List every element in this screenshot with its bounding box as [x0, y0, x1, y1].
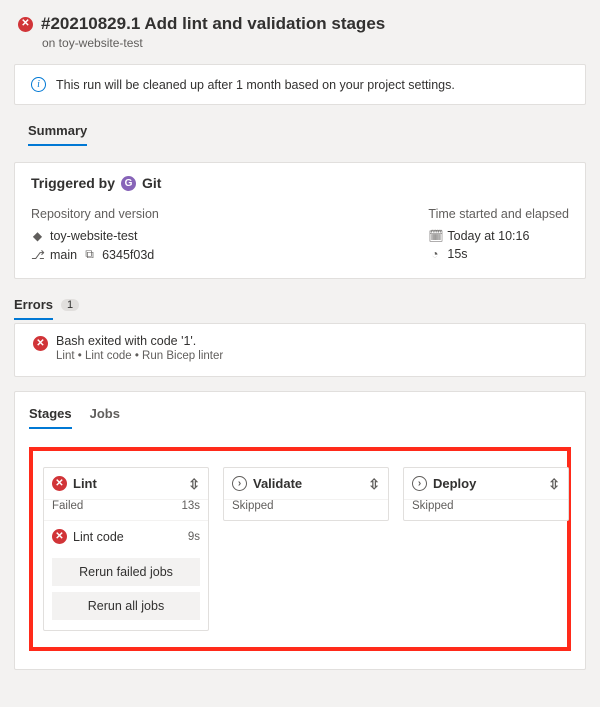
error-message: Bash exited with code '1'.: [56, 334, 223, 348]
stage-status: Skipped: [412, 500, 454, 512]
stage-status: Failed: [52, 500, 83, 512]
commit-hash[interactable]: 6345f03d: [102, 248, 154, 262]
expand-icon[interactable]: ⇳: [188, 477, 200, 491]
tab-stages[interactable]: Stages: [29, 406, 72, 429]
repo-heading: Repository and version: [31, 207, 159, 221]
run-title: #20210829.1 Add lint and validation stag…: [41, 14, 385, 34]
rerun-all-button[interactable]: Rerun all jobs: [52, 592, 200, 620]
avatar: G: [121, 176, 136, 191]
job-lint-code[interactable]: ✕ Lint code 9s: [44, 520, 208, 552]
time-heading: Time started and elapsed: [428, 207, 569, 221]
triggered-name: Git: [142, 175, 161, 191]
error-path: Lint • Lint code • Run Bicep linter: [56, 350, 223, 362]
commit-icon: ⧉: [83, 247, 96, 262]
stages-highlight-box: ✕ Lint ⇳ Failed 13s ✕ Lint code 9s Rerun…: [29, 447, 571, 651]
tab-jobs[interactable]: Jobs: [90, 406, 120, 429]
stage-deploy[interactable]: › Deploy ⇳ Skipped: [403, 467, 569, 521]
error-item[interactable]: ✕ Bash exited with code '1'. Lint • Lint…: [15, 324, 585, 376]
job-name: Lint code: [73, 530, 124, 544]
stage-validate[interactable]: › Validate ⇳ Skipped: [223, 467, 389, 521]
run-header: ✕ #20210829.1 Add lint and validation st…: [0, 0, 600, 64]
stage-name: Deploy: [433, 476, 476, 491]
errors-count-badge: 1: [61, 299, 79, 311]
error-icon: ✕: [52, 476, 67, 491]
info-icon: i: [31, 77, 46, 92]
error-icon: ✕: [33, 336, 48, 351]
time-column: Time started and elapsed 🗓 Today at 10:1…: [428, 207, 569, 266]
error-icon: ✕: [18, 17, 33, 32]
error-icon: ✕: [52, 529, 67, 544]
summary-tab[interactable]: Summary: [28, 119, 87, 146]
cleanup-banner: i This run will be cleaned up after 1 mo…: [14, 64, 586, 105]
job-duration: 9s: [188, 531, 200, 543]
expand-icon[interactable]: ⇳: [548, 477, 560, 491]
repo-name[interactable]: toy-website-test: [50, 229, 138, 243]
errors-heading-row: Errors 1: [14, 293, 586, 319]
rerun-failed-button[interactable]: Rerun failed jobs: [52, 558, 200, 586]
run-title-row: ✕ #20210829.1 Add lint and validation st…: [18, 14, 582, 34]
skipped-icon: ›: [412, 476, 427, 491]
expand-icon[interactable]: ⇳: [368, 477, 380, 491]
run-subtitle: on toy-website-test: [42, 36, 582, 50]
stage-name: Lint: [73, 476, 97, 491]
triggered-prefix: Triggered by: [31, 175, 115, 191]
stage-name: Validate: [253, 476, 302, 491]
errors-heading[interactable]: Errors: [14, 297, 53, 320]
summary-card: Triggered by G Git Repository and versio…: [14, 162, 586, 279]
calendar-icon: 🗓: [428, 229, 441, 243]
branch-name[interactable]: main: [50, 248, 77, 262]
branch-icon: ⎇: [31, 248, 44, 262]
time-elapsed: 15s: [447, 247, 467, 261]
stage-status: Skipped: [232, 500, 274, 512]
stages-card: Stages Jobs ✕ Lint ⇳ Failed 13s ✕ Lint c…: [14, 391, 586, 670]
skipped-icon: ›: [232, 476, 247, 491]
triggered-by: Triggered by G Git: [31, 175, 569, 191]
clock-icon: ◔: [428, 247, 441, 261]
cleanup-text: This run will be cleaned up after 1 mont…: [56, 78, 455, 92]
stage-lint[interactable]: ✕ Lint ⇳ Failed 13s ✕ Lint code 9s Rerun…: [43, 467, 209, 631]
time-started: Today at 10:16: [447, 229, 529, 243]
errors-card: ✕ Bash exited with code '1'. Lint • Lint…: [14, 323, 586, 377]
stages-tabs: Stages Jobs: [29, 406, 571, 429]
repo-column: Repository and version ◆ toy-website-tes…: [31, 207, 159, 266]
repo-icon: ◆: [31, 229, 44, 243]
stage-duration: 13s: [181, 500, 200, 512]
